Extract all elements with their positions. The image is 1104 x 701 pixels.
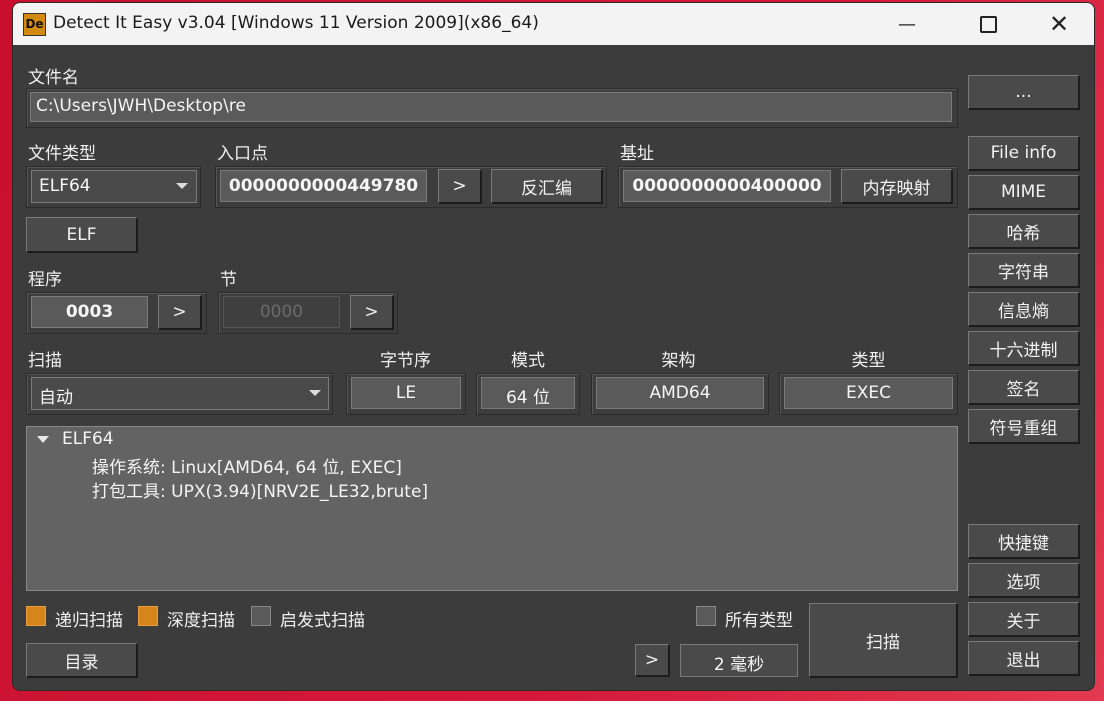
deep-scan-label: 深度扫描 xyxy=(167,611,235,631)
shortcuts-button[interactable]: 快捷键 xyxy=(968,524,1080,559)
endianness-value: LE xyxy=(351,377,461,409)
type-value: EXEC xyxy=(784,377,953,409)
section-value: 0000 xyxy=(223,296,340,328)
results-tree[interactable]: ELF64 操作系统: Linux[AMD64, 64 位, EXEC] 打包工… xyxy=(26,426,958,591)
strings-button[interactable]: 字符串 xyxy=(968,253,1080,288)
scan-label: 扫描 xyxy=(28,351,62,371)
memory-map-button[interactable]: 内存映射 xyxy=(841,169,953,204)
title-bar[interactable]: De Detect It Easy v3.04 [Windows 11 Vers… xyxy=(13,3,1094,45)
maximize-icon[interactable] xyxy=(962,3,1014,45)
app-icon: De xyxy=(23,13,46,36)
file-info-button[interactable]: File info xyxy=(968,136,1080,171)
mode-value: 64 位 xyxy=(481,377,575,409)
entry-point-label: 入口点 xyxy=(217,144,268,164)
about-button[interactable]: 关于 xyxy=(968,602,1080,637)
hash-button[interactable]: 哈希 xyxy=(968,214,1080,249)
exit-button[interactable]: 退出 xyxy=(968,641,1080,676)
close-icon[interactable]: ✕ xyxy=(1033,3,1085,45)
file-path-input[interactable]: C:\Users\JWH\Desktop\re xyxy=(30,92,952,122)
type-label: 类型 xyxy=(851,351,886,371)
chevron-down-icon xyxy=(309,390,321,396)
file-type-value: ELF64 xyxy=(39,176,91,196)
heuristic-scan-checkbox[interactable] xyxy=(251,606,271,626)
browse-button[interactable]: ... xyxy=(968,75,1080,110)
base-address-label: 基址 xyxy=(620,144,654,164)
deep-scan-checkbox[interactable] xyxy=(138,606,158,626)
chevron-down-icon xyxy=(176,183,188,189)
mime-button[interactable]: MIME xyxy=(968,175,1080,210)
section-go-button[interactable]: > xyxy=(350,295,394,330)
all-types-label: 所有类型 xyxy=(725,611,793,631)
hex-button[interactable]: 十六进制 xyxy=(968,331,1080,366)
options-button[interactable]: 选项 xyxy=(968,563,1080,598)
demangle-button[interactable]: 符号重组 xyxy=(968,409,1080,444)
scan-time: 2 毫秒 xyxy=(680,644,798,677)
window-title: Detect It Easy v3.04 [Windows 11 Version… xyxy=(53,13,539,33)
program-go-button[interactable]: > xyxy=(158,295,202,330)
entry-point-value[interactable]: 0000000000449780 xyxy=(220,170,427,202)
heuristic-scan-label: 启发式扫描 xyxy=(280,611,365,631)
program-label: 程序 xyxy=(28,270,62,290)
all-types-checkbox[interactable] xyxy=(696,606,716,626)
endianness-label: 字节序 xyxy=(380,351,431,371)
signatures-button[interactable]: 签名 xyxy=(968,370,1080,405)
section-label: 节 xyxy=(220,270,237,290)
tree-item-packer[interactable]: 打包工具: UPX(3.94)[NRV2E_LE32,brute] xyxy=(92,477,428,502)
collapse-icon[interactable] xyxy=(37,436,49,443)
file-type-select[interactable]: ELF64 xyxy=(31,170,197,203)
program-value[interactable]: 0003 xyxy=(31,296,148,328)
architecture-label: 架构 xyxy=(661,351,696,371)
disassemble-button[interactable]: 反汇编 xyxy=(491,169,603,204)
scan-button[interactable]: 扫描 xyxy=(809,603,958,678)
mode-label: 模式 xyxy=(511,351,545,371)
file-name-label: 文件名 xyxy=(28,68,79,88)
tree-item-os[interactable]: 操作系统: Linux[AMD64, 64 位, EXEC] xyxy=(92,453,402,478)
scan-mode-value: 自动 xyxy=(39,388,73,408)
entry-point-go-button[interactable]: > xyxy=(438,169,482,204)
recursive-scan-label: 递归扫描 xyxy=(55,611,123,631)
tree-root[interactable]: ELF64 xyxy=(62,429,114,449)
minimize-icon[interactable]: — xyxy=(881,3,933,45)
elf-badge-button[interactable]: ELF xyxy=(26,217,138,253)
directory-button[interactable]: 目录 xyxy=(26,643,138,678)
log-button[interactable]: > xyxy=(635,644,670,677)
main-window: De Detect It Easy v3.04 [Windows 11 Vers… xyxy=(12,2,1095,691)
entropy-button[interactable]: 信息熵 xyxy=(968,292,1080,327)
scan-mode-select[interactable]: 自动 xyxy=(31,377,329,410)
architecture-value: AMD64 xyxy=(596,377,764,409)
file-type-label: 文件类型 xyxy=(28,144,96,164)
recursive-scan-checkbox[interactable] xyxy=(26,606,46,626)
base-address-value[interactable]: 0000000000400000 xyxy=(623,170,831,202)
